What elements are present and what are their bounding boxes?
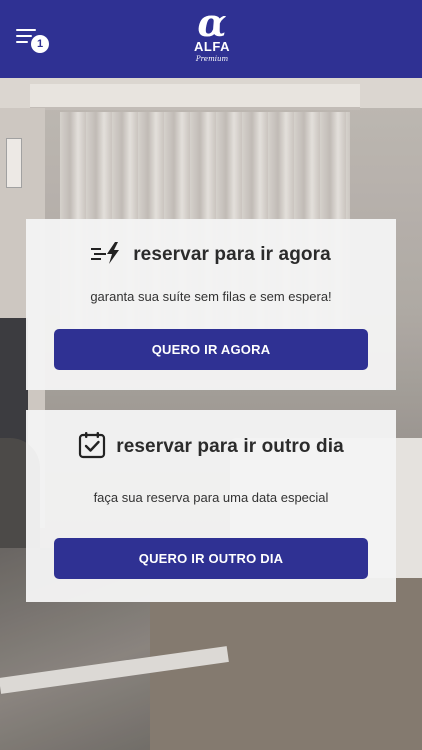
reserve-now-title-text: reservar para ir agora	[133, 244, 331, 265]
fast-lightning-icon	[91, 241, 123, 269]
reserve-other-day-subtitle: faça sua reserva para uma data especial	[93, 490, 329, 505]
calendar-check-icon	[78, 431, 106, 464]
reserve-now-card: reservar para ir agora garanta sua suíte…	[26, 219, 396, 390]
logo-tagline: Premium	[195, 55, 229, 63]
reserve-now-title: reservar para ir agora	[26, 241, 396, 269]
alfa-logo: α ALFA Premium	[184, 0, 240, 70]
notification-badge: 1	[31, 35, 49, 53]
top-bar: 1 α ALFA Premium	[0, 0, 422, 78]
reserve-other-day-title-text: reservar para ir outro dia	[116, 436, 344, 457]
reserve-now-subtitle: garanta sua suíte sem filas e sem espera…	[90, 289, 332, 304]
menu-button[interactable]: 1	[16, 29, 50, 55]
logo-symbol: α	[197, 0, 227, 45]
logo-name: ALFA	[194, 39, 230, 54]
reserve-other-day-card: reservar para ir outro dia faça sua rese…	[26, 410, 396, 602]
reserve-other-day-button[interactable]: QUERO IR OUTRO DIA	[54, 538, 368, 579]
reserve-other-day-title: reservar para ir outro dia	[26, 431, 396, 464]
reserve-now-button[interactable]: QUERO IR AGORA	[54, 329, 368, 370]
